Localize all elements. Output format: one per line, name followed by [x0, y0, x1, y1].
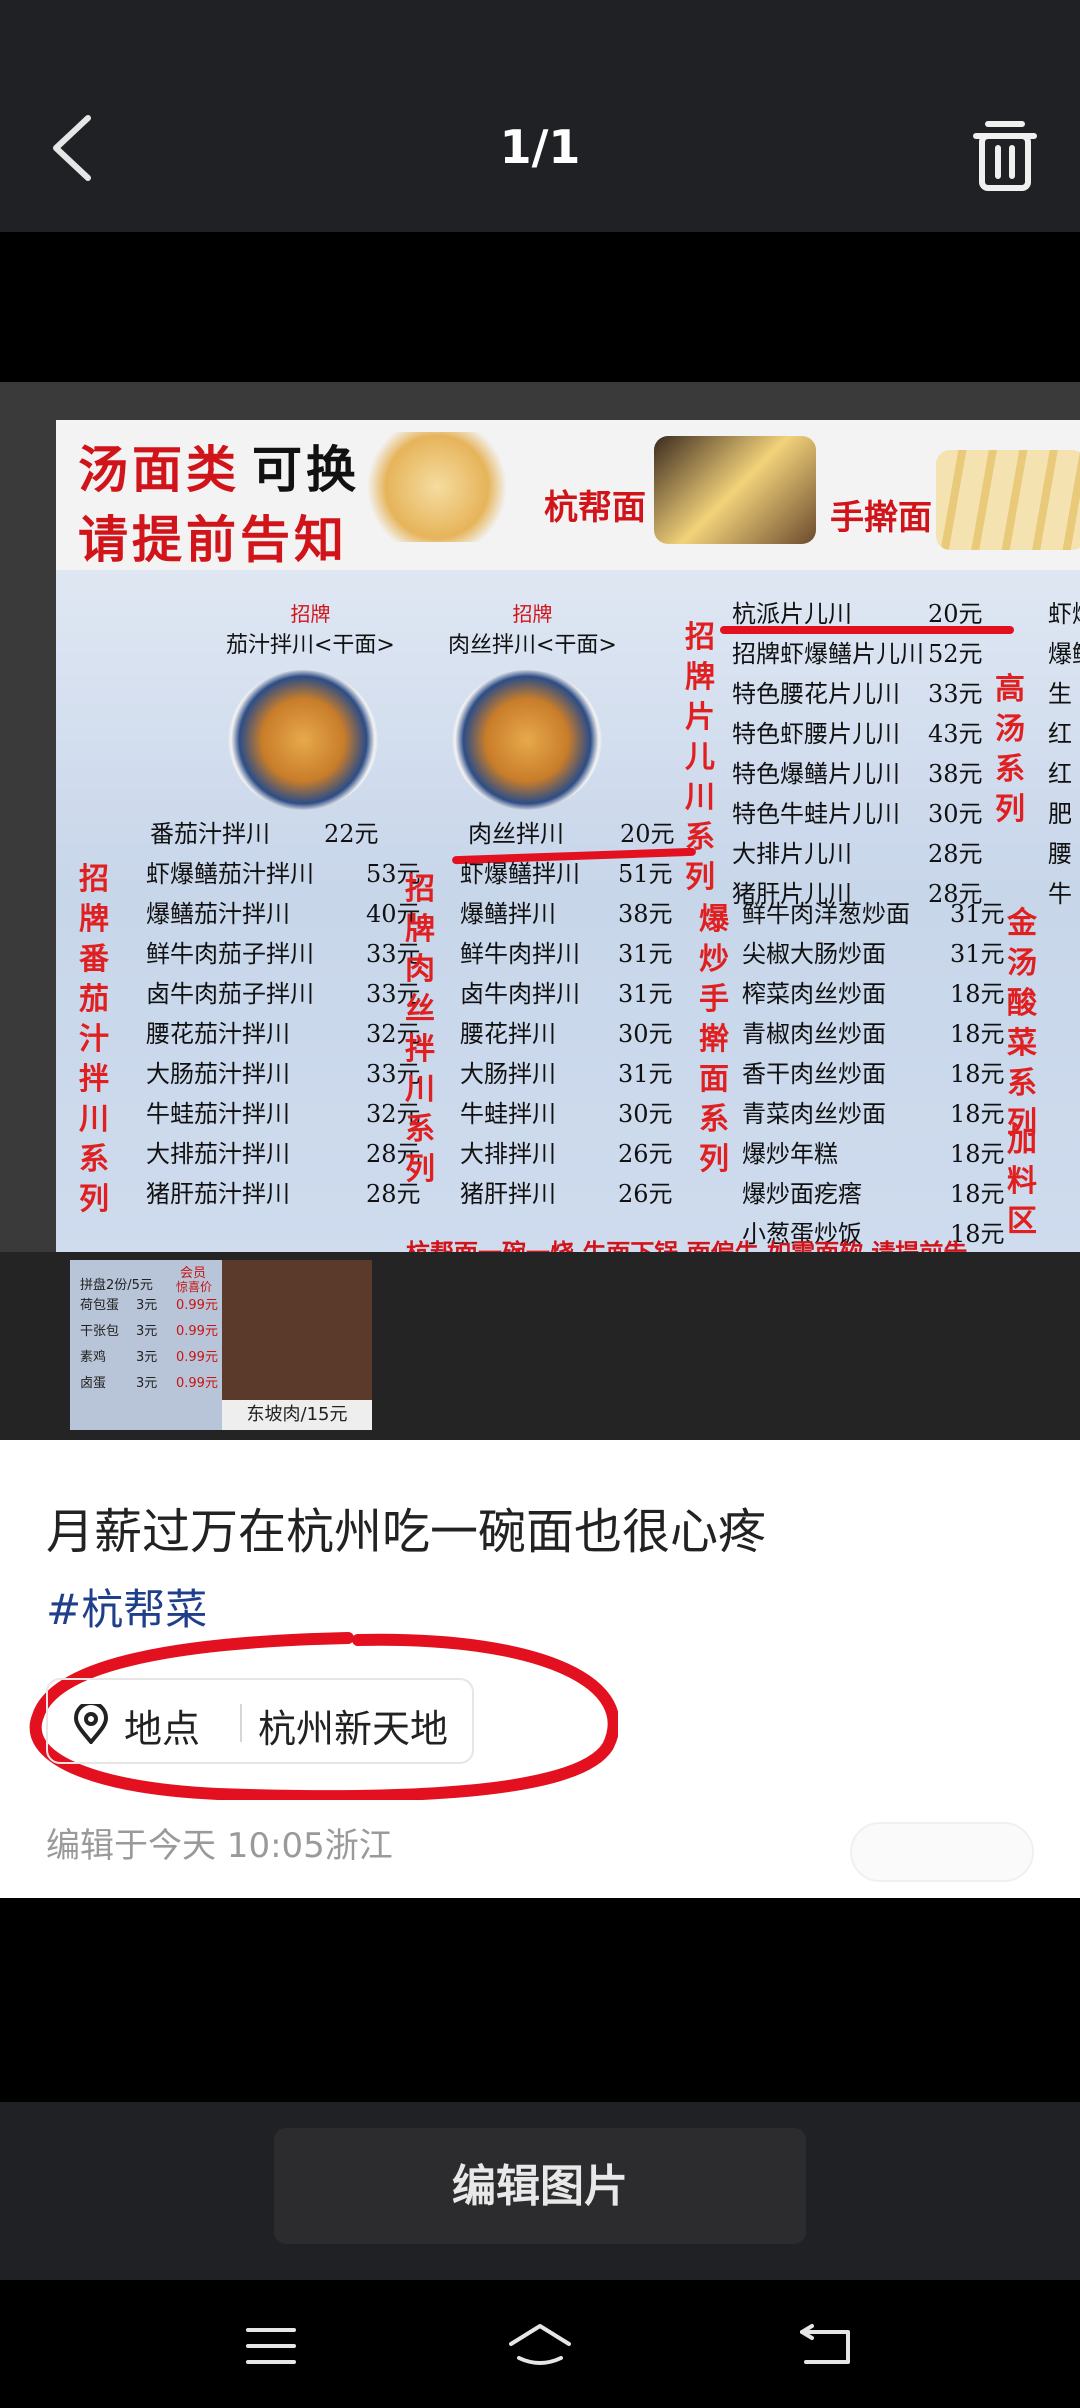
menu-row: 猪肝茄汁拌川 28元 [146, 1180, 421, 1208]
menu-row: 鲜牛肉拌川 31元 [460, 940, 673, 968]
post-title: 月薪过万在杭州吃一碗面也很心疼 [46, 1504, 767, 1560]
col2-top-list: 肉丝拌川 20元 [468, 814, 675, 854]
bowl-image-1 [228, 670, 378, 810]
col2-header: 招牌 肉丝拌川<干面> [448, 602, 617, 658]
top-bar: 1/1 [0, 0, 1080, 232]
edit-image-button[interactable]: 编辑图片 [274, 2128, 806, 2244]
noodle-image-3 [936, 450, 1080, 550]
banner-line1-red: 汤面类 [78, 440, 240, 499]
menu-row: 大排片儿川 28元 [732, 840, 983, 868]
menu-row: 大肠茄汁拌川 33元 [146, 1060, 421, 1088]
bowl-image-2 [452, 670, 602, 810]
menu-row: 招牌虾爆鳝片儿川 52元 [732, 640, 983, 668]
post-panel: 月薪过万在杭州吃一碗面也很心疼 #杭帮菜 地点 杭州新天地 编辑于今天 10:0… [0, 1440, 1080, 1898]
menu-row: 肉丝拌川 20元 [468, 820, 675, 848]
price-card-row: 卤蛋 3元 0.99元 [80, 1376, 218, 1391]
menu-row: 番茄汁拌川 22元 [150, 820, 379, 848]
menu-banner: 汤面类 可换 请提前告知 杭帮面 手擀面 [56, 420, 1080, 572]
location-divider [240, 1704, 242, 1742]
menu-row: 虾爆鳝拌川 51元 [460, 860, 673, 888]
location-pin-icon [73, 1704, 109, 1744]
series-label-3: 招牌片儿川系列 [685, 620, 715, 895]
menu-row: 大排茄汁拌川 28元 [146, 1140, 421, 1168]
menu-row: 大肠拌川 31元 [460, 1060, 673, 1088]
menu-row: 猪肝拌川 26元 [460, 1180, 673, 1208]
menu-icon[interactable] [236, 2318, 306, 2374]
red-underline-2 [720, 626, 1014, 634]
back-icon[interactable] [790, 2318, 860, 2374]
menu-row: 腰花茄汁拌川 32元 [146, 1020, 421, 1048]
menu-row: 红 [1048, 760, 1072, 788]
banner-label-1: 杭帮面 [544, 488, 646, 528]
home-icon[interactable] [505, 2318, 575, 2374]
image-counter: 1/1 [499, 120, 581, 174]
menu-row: 尖椒大肠炒面 31元 [742, 940, 1005, 968]
col2-list: 虾爆鳝拌川 51元 爆鳝拌川 38元 鲜牛肉拌川 31元 卤牛肉拌川 31元 腰花拌川 3… [460, 854, 673, 1214]
price-card-row: 素鸡 3元 0.99元 [80, 1350, 218, 1365]
menu-row: 卤牛肉茄子拌川 33元 [146, 980, 421, 1008]
series-label-6: 金汤酸菜系列 [1007, 906, 1037, 1141]
menu-row: 牛蛙拌川 30元 [460, 1100, 673, 1128]
menu-row: 腰 [1048, 840, 1072, 868]
menu-row: 爆鳝 [1048, 640, 1080, 668]
col1-list: 虾爆鳝茄汁拌川 53元 爆鳝茄汁拌川 40元 鲜牛肉茄子拌川 33元 卤牛肉茄子拌川 3… [146, 854, 421, 1214]
banner-label-2: 手擀面 [830, 498, 932, 538]
series-label-7: 加料区 [1007, 1124, 1037, 1239]
menu-row: 虾爆 [1048, 600, 1080, 628]
col3-list: 杭派片儿川 20元 招牌虾爆鳝片儿川 52元 特色腰花片儿川 33元 特色虾腰片儿川 4… [732, 594, 983, 914]
series-label-1: 招牌番茄汁拌川系列 [79, 862, 109, 1217]
menu-row: 牛 [1048, 880, 1072, 908]
price-card: 拼盘2份/5元 会员 惊喜价 荷包蛋 3元 0.99元 干张包 3元 0.99元 素鸡 3… [70, 1260, 240, 1430]
menu-row: 爆鳝茄汁拌川 40元 [146, 900, 421, 928]
menu-photo[interactable]: 汤面类 可换 请提前告知 杭帮面 手擀面 招牌 茄汁拌川<干面> 招牌 肉丝拌川… [0, 382, 1080, 1440]
dish-card: 东坡肉/15元 [222, 1260, 372, 1430]
menu-row: 牛蛙茄汁拌川 32元 [146, 1100, 421, 1128]
menu-row: 特色爆鳝片儿川 38元 [732, 760, 983, 788]
col1-top-list: 番茄汁拌川 22元 [150, 814, 379, 854]
menu-row: 特色虾腰片儿川 43元 [732, 720, 983, 748]
location-value: 杭州新天地 [258, 1707, 449, 1751]
menu-row: 大排拌川 26元 [460, 1140, 673, 1168]
menu-row: 鲜牛肉茄子拌川 33元 [146, 940, 421, 968]
menu-row: 卤牛肉拌川 31元 [460, 980, 673, 1008]
menu-row: 爆鳝拌川 38元 [460, 900, 673, 928]
series-label-5: 高汤系列 [995, 672, 1025, 827]
menu-row: 腰花拌川 30元 [460, 1020, 673, 1048]
menu-board: 招牌 茄汁拌川<干面> 招牌 肉丝拌川<干面> 番茄汁拌川 22元 肉丝拌川 20元… [56, 570, 1080, 1280]
menu-row: 香干肉丝炒面 18元 [742, 1060, 1005, 1088]
trash-icon[interactable] [970, 118, 1040, 194]
menu-row: 红 [1048, 720, 1072, 748]
noodle-image-2 [654, 436, 816, 544]
noodle-image-1 [362, 432, 512, 542]
location-chip[interactable]: 地点 杭州新天地 [46, 1678, 474, 1764]
menu-row: 青椒肉丝炒面 18元 [742, 1020, 1005, 1048]
edit-timestamp: 编辑于今天 10:05浙江 [46, 1826, 393, 1866]
action-pill[interactable] [850, 1822, 1034, 1882]
menu-row: 特色牛蛙片儿川 30元 [732, 800, 983, 828]
menu-row: 虾爆鳝茄汁拌川 53元 [146, 860, 421, 888]
price-card-row: 干张包 3元 0.99元 [80, 1324, 218, 1339]
menu-row: 鲜牛肉洋葱炒面 31元 [742, 900, 1005, 928]
location-label: 地点 [124, 1707, 201, 1751]
bottom-action-bar: 编辑图片 [0, 2102, 1080, 2280]
menu-row: 爆炒年糕 18元 [742, 1140, 1005, 1168]
col4-list: 鲜牛肉洋葱炒面 31元 尖椒大肠炒面 31元 榨菜肉丝炒面 18元 青椒肉丝炒面 18元… [742, 894, 1005, 1254]
menu-row: 爆炒面疙瘩 18元 [742, 1180, 1005, 1208]
banner-line2: 请提前告知 [78, 510, 348, 569]
menu-row: 肥 [1048, 800, 1072, 828]
menu-row: 特色腰花片儿川 33元 [732, 680, 983, 708]
series-label-2: 招牌肉丝拌川系列 [405, 872, 435, 1187]
price-card-row: 荷包蛋 3元 0.99元 [80, 1298, 218, 1313]
col1-header: 招牌 茄汁拌川<干面> [226, 602, 395, 658]
menu-row: 榨菜肉丝炒面 18元 [742, 980, 1005, 1008]
col5-list: 虾爆 爆鳝 生 红 红 肥 腰 牛 [1048, 594, 1080, 914]
banner-line1-black: 可换 [252, 440, 360, 499]
series-label-4: 爆炒手擀面系列 [699, 902, 729, 1177]
menu-row: 青菜肉丝炒面 18元 [742, 1100, 1005, 1128]
system-nav-bar [0, 2280, 1080, 2408]
menu-row: 生 [1048, 680, 1072, 708]
